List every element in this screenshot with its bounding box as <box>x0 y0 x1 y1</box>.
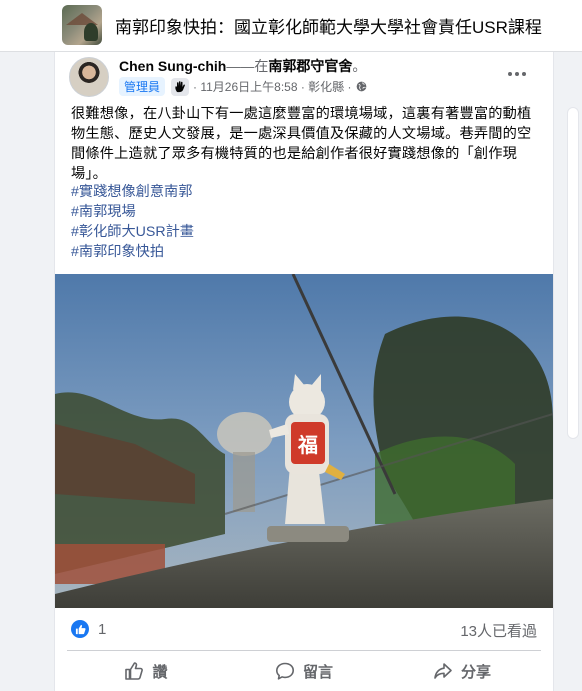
hashtag-list: #實踐想像創意南郭 #南郭現場 #彰化師大USR計畫 #南郭印象快拍 <box>71 182 194 262</box>
group-header: 南郭印象快拍：國立彰化師範大學大學社會責任USR課程 <box>0 0 582 52</box>
thumbs-up-icon <box>125 662 144 680</box>
author-name[interactable]: Chen Sung-chih <box>119 58 226 74</box>
action-divider <box>67 650 541 651</box>
post-actions: 讚 留言 分享 <box>67 652 541 690</box>
hashtag-link[interactable]: #實踐想像創意南郭 <box>71 182 194 202</box>
hashtag-link[interactable]: #南郭印象快拍 <box>71 242 194 262</box>
post-options-button[interactable] <box>501 58 533 90</box>
comment-bubble-icon <box>275 662 294 680</box>
like-reaction-icon <box>71 620 89 638</box>
post-body-text: 很難想像，在八卦山下有一處這麼豐富的環境場域，這裏有著豐富的動植物生態、歷史人文… <box>71 106 532 182</box>
checkin-place[interactable]: 南郭郡守官舍 <box>268 58 352 74</box>
share-label: 分享 <box>460 663 491 681</box>
photo-scene: 福 <box>55 274 553 608</box>
more-dots-icon <box>508 72 512 76</box>
share-arrow-icon <box>434 663 452 679</box>
public-globe-icon <box>356 81 366 92</box>
checkin-suffix: 。 <box>352 58 367 74</box>
checkin-connector: ——在 <box>226 58 269 74</box>
page-scrollbar-track[interactable] <box>564 52 582 691</box>
more-dot <box>515 72 519 76</box>
like-button[interactable]: 讚 <box>67 652 225 690</box>
group-cover-thumbnail[interactable] <box>62 5 102 45</box>
post-header-line: Chen Sung-chih——在南郭郡守官舍。 <box>119 56 366 76</box>
thumbnail-tree <box>84 23 98 41</box>
post-card: Chen Sung-chih——在南郭郡守官舍。 管理員 · 11月26日上午8… <box>54 52 554 691</box>
admin-badge[interactable]: 管理員 <box>119 77 166 96</box>
reaction-count[interactable]: 1 <box>98 621 106 638</box>
view-count[interactable]: 13人已看過 <box>460 620 537 641</box>
hashtag-link[interactable]: #南郭現場 <box>71 202 194 222</box>
post-timestamp[interactable]: · 11月26日上午8:58 · 彰化縣 · <box>193 78 352 95</box>
post-photo[interactable]: 福 <box>55 274 553 608</box>
comment-label: 留言 <box>302 663 333 681</box>
group-title[interactable]: 南郭印象快拍：國立彰化師範大學大學社會責任USR課程 <box>115 13 542 38</box>
author-avatar[interactable] <box>69 57 109 97</box>
hashtag-link[interactable]: #彰化師大USR計畫 <box>71 222 194 242</box>
post-meta: 管理員 · 11月26日上午8:58 · 彰化縣 · <box>119 77 367 96</box>
share-button[interactable]: 分享 <box>383 652 541 690</box>
like-label: 讚 <box>152 663 168 681</box>
cat-sign-text: 福 <box>297 434 318 457</box>
comment-button[interactable]: 留言 <box>225 652 383 690</box>
more-dot <box>522 72 526 76</box>
waving-hand-icon <box>171 77 190 96</box>
reaction-summary[interactable]: 1 <box>71 620 106 638</box>
page-scrollbar-thumb[interactable] <box>567 107 579 439</box>
